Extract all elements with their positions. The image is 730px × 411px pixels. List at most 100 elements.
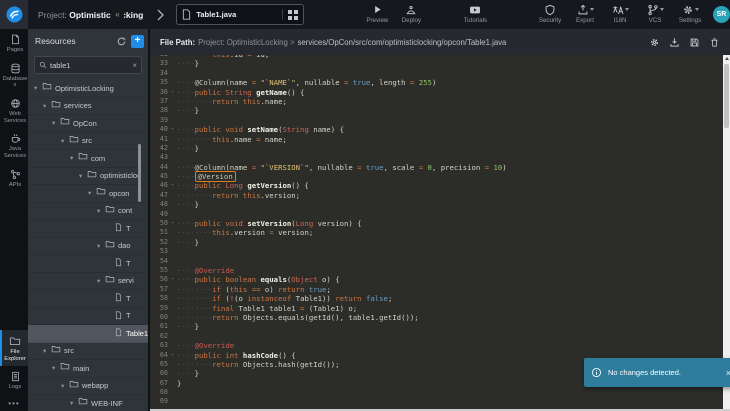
line-number[interactable]: 54 <box>150 257 168 266</box>
line-number[interactable]: 64 <box>150 351 168 360</box>
caret-down-icon[interactable]: ▾ <box>79 172 87 180</box>
caret-down-icon[interactable]: ▾ <box>97 277 105 285</box>
more-options-button[interactable]: ••• <box>0 395 28 411</box>
caret-down-icon[interactable]: ▾ <box>43 347 51 355</box>
tree-item-t[interactable]: T <box>28 290 148 308</box>
tree-item-main[interactable]: ▾ main <box>28 360 148 378</box>
line-number[interactable]: 63 <box>150 341 168 350</box>
line-number[interactable]: 53 <box>150 247 168 256</box>
line-number[interactable]: 36 <box>150 88 168 97</box>
user-avatar[interactable]: SR <box>713 6 730 23</box>
tree-item-optimisticlocking[interactable]: ▾ OptimisticLocking <box>28 80 148 98</box>
delete-icon[interactable] <box>709 37 720 48</box>
line-number[interactable]: 33 <box>150 59 168 68</box>
tree-item-opcon[interactable]: ▾ OpCon <box>28 115 148 133</box>
caret-down-icon[interactable]: ▾ <box>52 364 60 372</box>
security-button[interactable]: Security <box>535 4 565 24</box>
line-number[interactable]: 62 <box>150 332 168 341</box>
clear-search-icon[interactable]: × <box>132 61 137 70</box>
grid-icon[interactable] <box>288 10 298 20</box>
fold-marker[interactable]: - <box>168 351 177 360</box>
caret-down-icon[interactable]: ▾ <box>97 207 105 215</box>
tree-item-cont[interactable]: ▾ cont <box>28 203 148 221</box>
export-button[interactable]: Export <box>570 4 600 24</box>
fold-marker[interactable]: - <box>168 275 177 284</box>
line-number[interactable]: 37 <box>150 97 168 106</box>
fold-marker[interactable]: - <box>168 181 177 190</box>
preview-button[interactable]: Preview <box>362 4 392 24</box>
caret-down-icon[interactable]: ▾ <box>43 102 51 110</box>
fold-marker[interactable]: - <box>168 88 177 97</box>
rail-item-pages[interactable]: Pages <box>0 29 28 58</box>
rail-item-databases[interactable]: Databases <box>0 58 28 93</box>
download-icon[interactable] <box>669 37 680 48</box>
line-number[interactable]: 42 <box>150 144 168 153</box>
settings-icon[interactable] <box>649 37 660 48</box>
line-number[interactable]: 40 <box>150 125 168 134</box>
vcs-button[interactable]: VCS <box>640 4 670 24</box>
line-number[interactable]: 46 <box>150 181 168 190</box>
line-number[interactable]: 38 <box>150 106 168 115</box>
tree-item-t[interactable]: T <box>28 220 148 238</box>
line-number[interactable]: 58 <box>150 294 168 303</box>
tree-item-t[interactable]: T <box>28 308 148 326</box>
search-input[interactable] <box>50 61 129 70</box>
line-number[interactable]: 47 <box>150 191 168 200</box>
editor-vertical-scrollbar[interactable] <box>723 55 730 409</box>
settings-button[interactable]: Settings <box>675 4 705 24</box>
caret-down-icon[interactable]: ▾ <box>70 154 78 162</box>
tree-item-optimisticloc[interactable]: ▾ optimisticloc <box>28 168 148 186</box>
line-number[interactable]: 35 <box>150 78 168 87</box>
open-file-tab[interactable]: Table1.java <box>176 4 304 25</box>
line-number[interactable]: 67 <box>150 379 168 388</box>
line-number[interactable]: 51 <box>150 228 168 237</box>
rail-item-logs[interactable]: Logs <box>0 366 28 395</box>
rail-item-java-services[interactable]: Java Services <box>0 128 28 163</box>
app-logo[interactable] <box>0 0 28 29</box>
tree-item-dao[interactable]: ▾ dao <box>28 238 148 256</box>
tree-scrollbar-thumb[interactable] <box>138 144 141 202</box>
line-number[interactable]: 44 <box>150 163 168 172</box>
collapse-panel-button[interactable]: « <box>111 8 124 22</box>
caret-down-icon[interactable]: ▾ <box>88 189 96 197</box>
caret-down-icon[interactable]: ▾ <box>70 399 78 407</box>
line-number[interactable]: 59 <box>150 304 168 313</box>
fold-marker[interactable]: - <box>168 219 177 228</box>
tree-item-webapp[interactable]: ▾ webapp <box>28 378 148 396</box>
tree-item-table1[interactable]: Table1 <box>28 325 148 343</box>
tree-item-t[interactable]: T <box>28 255 148 273</box>
line-number[interactable]: 61 <box>150 322 168 331</box>
caret-down-icon[interactable]: ▾ <box>61 137 69 145</box>
caret-down-icon[interactable]: ▾ <box>52 119 60 127</box>
fold-marker[interactable]: - <box>168 125 177 134</box>
line-number[interactable]: 69 <box>150 397 168 406</box>
caret-down-icon[interactable]: ▾ <box>97 242 105 250</box>
add-resource-button[interactable]: + <box>131 35 144 48</box>
scroll-up-arrow-icon[interactable] <box>725 57 729 60</box>
line-number[interactable]: 60 <box>150 313 168 322</box>
line-number[interactable]: 66 <box>150 369 168 378</box>
line-number[interactable]: 45 <box>150 172 168 181</box>
rail-item-web-services[interactable]: Web Services <box>0 93 28 128</box>
code-editor[interactable]: 32 ········this.id = id; 33 ····} 34 35 … <box>150 55 723 409</box>
rail-item-apis[interactable]: APIs <box>0 164 28 193</box>
tutorials-button[interactable]: Tutorials <box>460 4 490 24</box>
line-number[interactable]: 55 <box>150 266 168 275</box>
line-number[interactable]: 56 <box>150 275 168 284</box>
line-number[interactable]: 48 <box>150 200 168 209</box>
line-number[interactable]: 52 <box>150 238 168 247</box>
line-number[interactable]: 39 <box>150 116 168 125</box>
line-number[interactable]: 57 <box>150 285 168 294</box>
caret-down-icon[interactable]: ▾ <box>34 84 42 92</box>
save-icon[interactable] <box>689 37 700 48</box>
scrollbar-thumb[interactable] <box>724 64 729 128</box>
caret-down-icon[interactable]: ▾ <box>61 382 69 390</box>
tree-item-com[interactable]: ▾ com <box>28 150 148 168</box>
tree-item-src[interactable]: ▾ src <box>28 133 148 151</box>
tree-item-servi[interactable]: ▾ servi <box>28 273 148 291</box>
toast-close-icon[interactable]: × <box>726 368 730 378</box>
line-number[interactable]: 43 <box>150 153 168 162</box>
tree-item-opcon[interactable]: ▾ opcon <box>28 185 148 203</box>
deploy-button[interactable]: Deploy <box>396 4 426 24</box>
line-number[interactable]: 41 <box>150 135 168 144</box>
